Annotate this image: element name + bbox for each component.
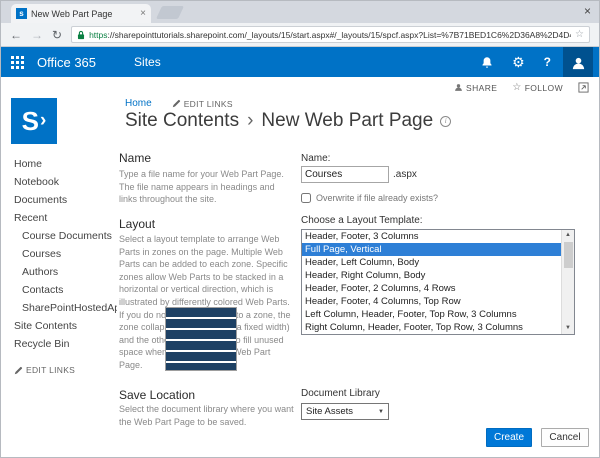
back-icon[interactable]: ← <box>10 29 22 41</box>
follow-star-icon: ☆ <box>512 83 521 93</box>
layout-chooser-label: Choose a Layout Template: <box>301 215 423 226</box>
share-person-icon <box>454 83 463 92</box>
info-icon[interactable]: i <box>440 116 451 127</box>
follow-button[interactable]: ☆ FOLLOW <box>512 83 563 93</box>
scrollbar-thumb[interactable] <box>564 242 573 268</box>
chevron-down-icon: ▼ <box>378 409 384 415</box>
pencil-icon <box>14 366 23 375</box>
bell-icon[interactable] <box>481 56 493 69</box>
sidebar-item-documents[interactable]: Documents <box>14 191 117 209</box>
quick-launch-nav: Home Notebook Documents Recent Course Do… <box>14 155 117 375</box>
layout-option[interactable]: Right Column, Header, Footer, Top Row, 3… <box>302 321 561 334</box>
new-tab-button[interactable] <box>156 6 184 19</box>
logo-chevron: › <box>40 110 46 132</box>
scroll-up-icon[interactable]: ▲ <box>562 230 574 241</box>
layout-option[interactable]: Header, Footer, 4 Columns, Top Row <box>302 295 561 308</box>
sharepoint-logo: S › <box>11 98 57 144</box>
browser-toolbar: ← → ↻ https://sharepointtutorials.sharep… <box>1 23 599 47</box>
overwrite-label: Overwrite if file already exists? <box>316 193 438 203</box>
edit-links-label: EDIT LINKS <box>26 365 75 375</box>
cancel-button[interactable]: Cancel <box>541 428 589 447</box>
layout-section-heading: Layout <box>119 217 155 231</box>
app-launcher-icon[interactable] <box>11 56 24 69</box>
page-title-parent[interactable]: Site Contents <box>125 110 239 132</box>
sidebar-item-contacts[interactable]: Contacts <box>14 281 117 299</box>
sidebar-item-course-documents[interactable]: Course Documents <box>14 227 117 245</box>
sidebar-item-site-contents[interactable]: Site Contents <box>14 317 117 335</box>
tab-close-icon[interactable]: × <box>140 9 146 19</box>
url-path: ://sharepointtutorials.sharepoint.com/_l… <box>108 30 572 40</box>
sharepoint-favicon-icon: s <box>16 8 27 19</box>
name-section-heading: Name <box>119 151 151 165</box>
layout-preview-image <box>165 307 237 371</box>
save-section-heading: Save Location <box>119 388 195 402</box>
office365-brand[interactable]: Office 365 <box>37 55 96 70</box>
sidebar-item-home[interactable]: Home <box>14 155 117 173</box>
overwrite-checkbox[interactable] <box>301 193 311 203</box>
gear-icon[interactable]: ⚙ <box>512 55 525 69</box>
breadcrumb: Home EDIT LINKS <box>125 98 233 109</box>
sidebar-item-authors[interactable]: Authors <box>14 263 117 281</box>
sidebar-item-notebook[interactable]: Notebook <box>14 173 117 191</box>
browser-tab[interactable]: s New Web Part Page × <box>11 4 151 23</box>
edit-links-label: EDIT LINKS <box>184 99 233 109</box>
url-text: https://sharepointtutorials.sharepoint.c… <box>89 30 571 40</box>
suite-nav-sites[interactable]: Sites <box>134 55 161 69</box>
share-button[interactable]: SHARE <box>454 83 497 93</box>
url-scheme: https <box>89 30 107 40</box>
follow-label: FOLLOW <box>525 83 563 93</box>
name-field-row: .aspx <box>301 166 417 183</box>
layout-template-listbox[interactable]: Header, Footer, 3 Columns Full Page, Ver… <box>301 229 575 335</box>
layout-option[interactable]: Header, Left Column, Body <box>302 256 561 269</box>
sidebar-heading-recent: Recent <box>14 209 117 227</box>
document-library-label: Document Library <box>301 388 380 399</box>
layout-option[interactable]: Header, Footer, 3 Columns <box>302 230 561 243</box>
name-section-description: Type a file name for your Web Part Page.… <box>119 168 287 206</box>
overwrite-row: Overwrite if file already exists? <box>301 193 438 203</box>
aspx-extension-label: .aspx <box>393 169 417 180</box>
layout-option-selected[interactable]: Full Page, Vertical <box>302 243 561 256</box>
tab-title: New Web Part Page <box>31 9 136 19</box>
document-library-value: Site Assets <box>306 406 353 417</box>
scroll-down-icon[interactable]: ▼ <box>562 323 574 334</box>
window-close-icon[interactable]: × <box>584 4 591 18</box>
document-library-dropdown[interactable]: Site Assets ▼ <box>301 403 389 420</box>
layout-option-list: Header, Footer, 3 Columns Full Page, Ver… <box>302 230 561 334</box>
page-title-current: New Web Part Page <box>261 110 433 132</box>
help-icon[interactable]: ? <box>544 56 551 68</box>
browser-titlebar: s New Web Part Page × × <box>1 1 599 23</box>
edit-links-top[interactable]: EDIT LINKS <box>172 99 233 109</box>
browser-window: s New Web Part Page × × ← → ↻ https://sh… <box>0 0 600 458</box>
breadcrumb-home-link[interactable]: Home <box>125 98 152 109</box>
command-bar: SHARE ☆ FOLLOW <box>1 77 599 98</box>
save-section-description: Select the document library where you wa… <box>119 403 297 428</box>
suite-icons: ⚙ ? <box>481 47 551 77</box>
forward-icon[interactable]: → <box>31 29 43 41</box>
edit-links-sidebar[interactable]: EDIT LINKS <box>14 365 117 375</box>
focus-on-content-icon[interactable] <box>578 82 589 93</box>
user-avatar[interactable] <box>563 47 593 80</box>
page-title: Site Contents › New Web Part Page i <box>125 110 451 132</box>
listbox-scrollbar[interactable]: ▲ ▼ <box>561 230 574 334</box>
logo-letter: S <box>22 106 39 137</box>
new-web-part-page-form: Name Type a file name for your Web Part … <box>119 151 591 458</box>
name-input[interactable] <box>301 166 389 183</box>
refresh-icon[interactable]: ↻ <box>52 29 62 41</box>
share-label: SHARE <box>466 83 497 93</box>
sidebar-item-recycle-bin[interactable]: Recycle Bin <box>14 335 117 353</box>
create-button[interactable]: Create <box>486 428 532 447</box>
bookmark-star-icon[interactable]: ☆ <box>575 30 584 40</box>
sidebar-item-courses[interactable]: Courses <box>14 245 117 263</box>
layout-option[interactable]: Header, Footer, 2 Columns, 4 Rows <box>302 282 561 295</box>
padlock-icon <box>77 30 85 40</box>
layout-option[interactable]: Left Column, Header, Footer, Top Row, 3 … <box>302 308 561 321</box>
page-title-separator: › <box>247 110 253 132</box>
sidebar-item-sharepointhostedapp[interactable]: SharePointHostedApp <box>14 299 117 317</box>
pencil-icon <box>172 99 181 108</box>
name-field-label: Name: <box>301 153 330 164</box>
layout-option[interactable]: Header, Right Column, Body <box>302 269 561 282</box>
address-bar[interactable]: https://sharepointtutorials.sharepoint.c… <box>71 26 590 43</box>
